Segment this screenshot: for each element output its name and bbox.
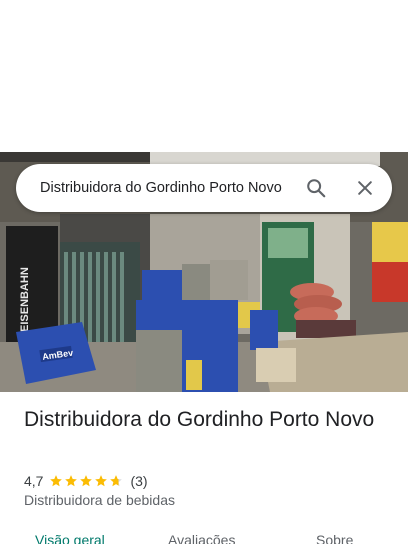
search-icon <box>307 179 326 198</box>
place-category: Distribuidora de bebidas <box>24 492 175 508</box>
rating-value: 4,7 <box>24 473 44 489</box>
place-title: Distribuidora do Gordinho Porto Novo <box>24 408 375 431</box>
star-icon <box>50 475 63 487</box>
search-button[interactable] <box>300 172 332 204</box>
search-bar[interactable]: Distribuidora do Gordinho Porto Novo <box>16 164 392 212</box>
star-icon <box>95 475 108 487</box>
tab-about[interactable]: Sobre <box>316 532 353 544</box>
tab-reviews[interactable]: Avaliações <box>168 532 235 544</box>
close-button[interactable] <box>349 172 381 204</box>
tab-overview[interactable]: Visão geral <box>35 532 105 544</box>
review-count[interactable]: (3) <box>130 473 147 489</box>
place-page: EISENBAHN AmBev Distribuidora do Gordinh… <box>0 0 408 544</box>
star-icon <box>110 475 123 487</box>
place-tabs: Visão geral Avaliações Sobre <box>0 528 408 544</box>
close-icon <box>358 181 372 195</box>
star-icon <box>65 475 78 487</box>
rating-stars <box>49 474 124 488</box>
star-icon <box>80 475 93 487</box>
banner-text: EISENBAHN <box>19 267 31 332</box>
search-input[interactable]: Distribuidora do Gordinho Porto Novo <box>40 164 304 212</box>
rating-row[interactable]: 4,7 (3) <box>24 471 148 491</box>
